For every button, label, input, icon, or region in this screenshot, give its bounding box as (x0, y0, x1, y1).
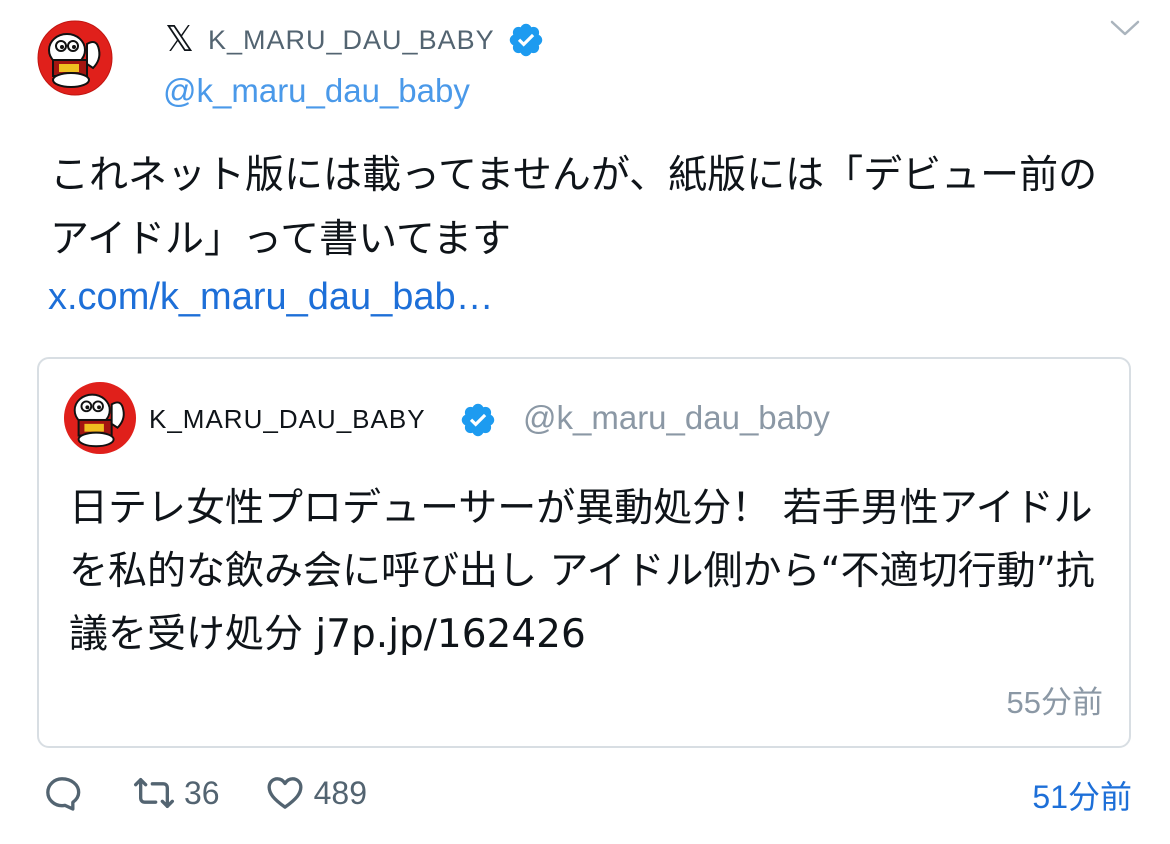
like-button[interactable]: 489 (264, 773, 367, 813)
x-logo-icon: 𝕏 (165, 19, 195, 60)
tweet-link[interactable]: x.com/k_maru_dau_bab… (48, 276, 494, 319)
quoted-timestamp[interactable]: 55分前 (1007, 677, 1103, 722)
quoted-tweet-card[interactable]: K_MARU_DAU_BABY @k_maru_dau_baby 日テレ女性プロ… (37, 357, 1131, 748)
reply-icon (46, 777, 81, 811)
verified-badge-icon (509, 23, 542, 57)
retweet-count: 36 (184, 774, 220, 811)
retweet-button[interactable]: 36 (132, 773, 220, 813)
quoted-display-name[interactable]: K_MARU_DAU_BABY (149, 404, 426, 435)
like-count: 489 (313, 774, 367, 811)
tweet-text: これネット版には載ってませんが、紙版には「デビュー前のアイドル」って書いてます (50, 153, 1098, 262)
chevron-down-icon[interactable] (1108, 14, 1142, 40)
action-bar: 36 489 (42, 770, 367, 816)
author-line: 𝕏 K_MARU_DAU_BABY (165, 18, 545, 62)
quoted-tweet-text: 日テレ女性プロデューサーが異動処分！ 若手男性アイドルを私的な飲み会に呼び出し … (69, 486, 1095, 657)
heart-icon (267, 777, 303, 809)
tweet-timestamp[interactable]: 51分前 (1032, 772, 1132, 818)
quoted-handle[interactable]: @k_maru_dau_baby (523, 399, 830, 437)
reply-button[interactable] (42, 773, 82, 813)
author-display-name[interactable]: K_MARU_DAU_BABY (208, 25, 495, 56)
retweet-icon (134, 778, 174, 808)
quoted-avatar[interactable] (63, 381, 137, 455)
author-handle[interactable]: @k_maru_dau_baby (163, 72, 470, 110)
verified-badge-icon (461, 403, 495, 437)
profile-avatar[interactable] (37, 20, 113, 112)
